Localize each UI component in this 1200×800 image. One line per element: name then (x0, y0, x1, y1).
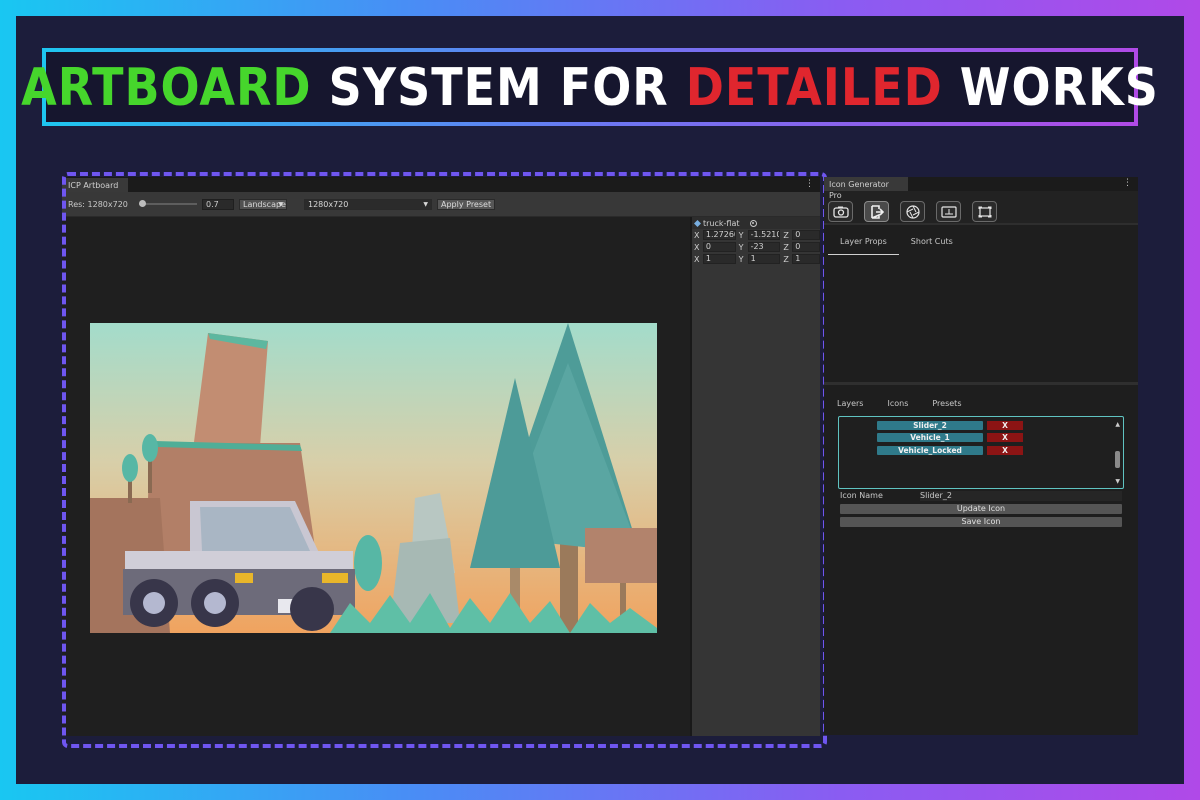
icons-list[interactable]: Slider_2 X Vehicle_1 X Vehicle_Locked X … (838, 416, 1124, 489)
tab-short-cuts[interactable]: Short Cuts (899, 237, 965, 255)
icongen-tabbar: Icon Generator Pro ⋮ (824, 177, 1138, 200)
banner-word-artboard: ARTBOARD (21, 56, 312, 118)
kebab-menu-icon[interactable]: ⋮ (1123, 178, 1132, 189)
banner-title: ARTBOARD SYSTEM FOR DETAILED WORKS (21, 57, 1159, 117)
icon-name-label: Icon Name (840, 491, 883, 500)
tab-layer-props[interactable]: Layer Props (828, 237, 899, 255)
artboard-highlight-frame (62, 172, 827, 748)
preview-icon[interactable] (936, 201, 961, 222)
update-icon-button[interactable]: Update Icon (840, 504, 1122, 514)
icongen-tab[interactable]: Icon Generator Pro (824, 177, 908, 200)
list-item: Slider_2 X (877, 421, 1023, 430)
scroll-up-icon[interactable]: ▲ (1115, 421, 1120, 428)
banner-word-works: WORKS (942, 56, 1159, 118)
scroll-down-icon[interactable]: ▼ (1115, 478, 1120, 485)
list-item: Vehicle_Locked X (877, 446, 1023, 455)
layer-props-panel (824, 255, 1138, 385)
icongen-top-tabs: Layer Props Short Cuts (824, 225, 1138, 255)
banner-word-detailed: DETAILED (685, 56, 943, 118)
export-icon[interactable] (864, 201, 889, 222)
scrollbar-thumb[interactable] (1115, 451, 1120, 468)
fullscreen-icon[interactable] (972, 201, 997, 222)
delete-icon-button[interactable]: X (987, 433, 1023, 442)
icon-generator-window: Icon Generator Pro ⋮ Layer Props Short C… (824, 177, 1138, 735)
delete-icon-button[interactable]: X (987, 421, 1023, 430)
icongen-toolbar (824, 191, 1138, 225)
aperture-icon[interactable] (900, 201, 925, 222)
title-banner: ARTBOARD SYSTEM FOR DETAILED WORKS (21, 48, 1158, 126)
icon-entry-button[interactable]: Slider_2 (877, 421, 983, 430)
save-icon-button[interactable]: Save Icon (840, 517, 1122, 527)
list-item: Vehicle_1 X (877, 433, 1023, 442)
icon-name-row: Icon Name Slider_2 (840, 491, 1122, 501)
icon-entry-button[interactable]: Vehicle_Locked (877, 446, 983, 455)
banner-word-system-for: SYSTEM FOR (311, 56, 686, 118)
delete-icon-button[interactable]: X (987, 446, 1023, 455)
icon-name-field[interactable]: Slider_2 (920, 491, 1122, 501)
icon-entry-button[interactable]: Vehicle_1 (877, 433, 983, 442)
camera-icon[interactable] (828, 201, 853, 222)
